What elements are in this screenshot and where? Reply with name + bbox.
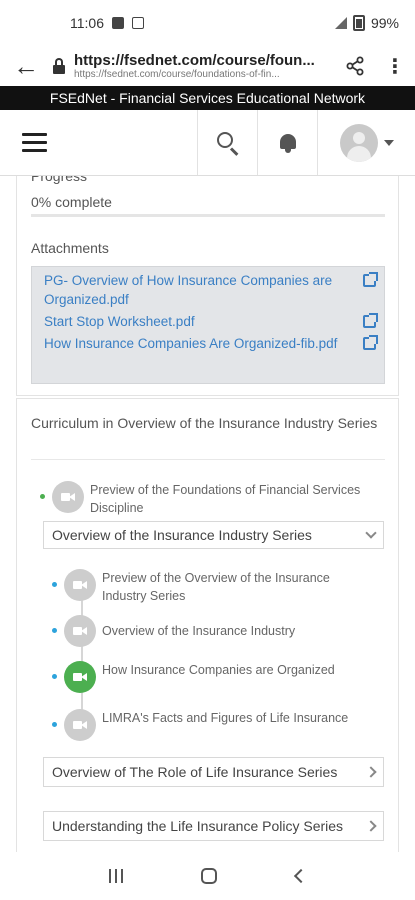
status-dot: [52, 628, 57, 633]
video-icon: [64, 709, 96, 741]
url-title: https://fsednet.com/course/foun...: [74, 52, 315, 69]
home-icon[interactable]: [201, 868, 218, 884]
progress-bar: [31, 214, 385, 217]
back-arrow-icon[interactable]: ←: [0, 51, 52, 82]
external-link-icon: [363, 272, 378, 287]
clock: 11:06: [70, 15, 104, 31]
attachment-link[interactable]: PG- Overview of How Insurance Companies …: [44, 271, 378, 309]
lesson-item[interactable]: Overview of the Insurance Industry: [52, 615, 372, 647]
series-title: Overview of The Role of Life Insurance S…: [52, 764, 338, 780]
series-item[interactable]: Overview of The Role of Life Insurance S…: [43, 757, 384, 787]
attachment-link[interactable]: Start Stop Worksheet.pdf: [44, 312, 378, 331]
status-dot: [52, 582, 57, 587]
attachment-name: PG- Overview of How Insurance Companies …: [44, 273, 333, 307]
attachments-title: Attachments: [31, 240, 109, 256]
back-icon[interactable]: [293, 868, 308, 884]
external-link-icon: [363, 335, 378, 350]
curriculum-title: Curriculum in Overview of the Insurance …: [31, 415, 378, 431]
attachments-list: PG- Overview of How Insurance Companies …: [31, 266, 385, 384]
series-title: Understanding the Life Insurance Policy …: [52, 818, 344, 834]
attachment-link[interactable]: How Insurance Companies Are Organized-fi…: [44, 334, 378, 353]
lesson-title: LIMRA's Facts and Figures of Life Insura…: [102, 711, 349, 725]
progress-label: Progress: [31, 176, 88, 184]
menu-icon[interactable]: [0, 110, 70, 175]
attachment-name: How Insurance Companies Are Organized-fi…: [44, 336, 338, 351]
chevron-down-icon: [383, 139, 394, 146]
attachment-name: Start Stop Worksheet.pdf: [44, 314, 195, 329]
status-bar: 11:06 99%: [0, 0, 415, 46]
lesson-item[interactable]: LIMRA's Facts and Figures of Life Insura…: [52, 709, 372, 741]
battery-level: 99%: [370, 15, 399, 31]
signal-icon: [333, 17, 347, 29]
search-icon: [216, 131, 239, 156]
share-icon[interactable]: [335, 56, 375, 76]
curriculum-card: Curriculum in Overview of the Insurance …: [16, 398, 399, 852]
lesson-title: Preview of the Overview of the Insurance…: [102, 571, 330, 603]
series-item[interactable]: Understanding the Life Insurance Policy …: [43, 811, 384, 841]
divider: [31, 459, 385, 460]
facebook-notification-icon: [112, 17, 124, 29]
battery-icon: [352, 15, 365, 31]
video-icon: [64, 661, 96, 693]
user-menu-button[interactable]: [317, 110, 415, 175]
video-icon: [64, 615, 96, 647]
lesson-title: How Insurance Companies are Organized: [102, 663, 335, 677]
section-dropdown-value: Overview of the Insurance Industry Serie…: [52, 527, 312, 543]
status-dot: [40, 494, 45, 499]
notifications-button[interactable]: [257, 110, 317, 175]
status-dot: [52, 722, 57, 727]
more-options-icon[interactable]: ⋮: [375, 54, 415, 79]
bell-icon: [278, 132, 298, 154]
chevron-down-icon: [365, 527, 377, 539]
preview-lesson-item[interactable]: Preview of the Foundations of Financial …: [40, 481, 370, 517]
section-dropdown[interactable]: Overview of the Insurance Industry Serie…: [43, 521, 384, 549]
recent-apps-icon[interactable]: [109, 869, 124, 883]
chevron-right-icon: [365, 820, 377, 832]
lesson-title: Preview of the Foundations of Financial …: [90, 483, 361, 515]
status-dot: [52, 674, 57, 679]
video-icon: [52, 481, 84, 513]
site-header: [0, 110, 415, 176]
course-info-card: Progress 0% complete Attachments PG- Ove…: [16, 176, 399, 396]
lesson-item[interactable]: Preview of the Overview of the Insurance…: [52, 569, 372, 605]
browser-url-bar: ← https://fsednet.com/course/foun... htt…: [0, 46, 415, 86]
image-notification-icon: [132, 17, 144, 29]
url-field[interactable]: https://fsednet.com/course/foun... https…: [74, 52, 335, 80]
site-banner: FSEdNet - Financial Services Educational…: [0, 86, 415, 110]
system-nav-bar: [0, 852, 415, 900]
video-icon: [64, 569, 96, 601]
search-button[interactable]: [197, 110, 257, 175]
lesson-item-current[interactable]: How Insurance Companies are Organized: [52, 661, 372, 693]
lock-icon: [52, 58, 66, 74]
progress-text: 0% complete: [31, 194, 112, 210]
external-link-icon: [363, 313, 378, 328]
page-content: Progress 0% complete Attachments PG- Ove…: [0, 176, 415, 852]
avatar: [339, 123, 378, 162]
lesson-title: Overview of the Insurance Industry: [102, 624, 296, 638]
url-full: https://fsednet.com/course/foundations-o…: [74, 69, 280, 80]
chevron-right-icon: [365, 766, 377, 778]
